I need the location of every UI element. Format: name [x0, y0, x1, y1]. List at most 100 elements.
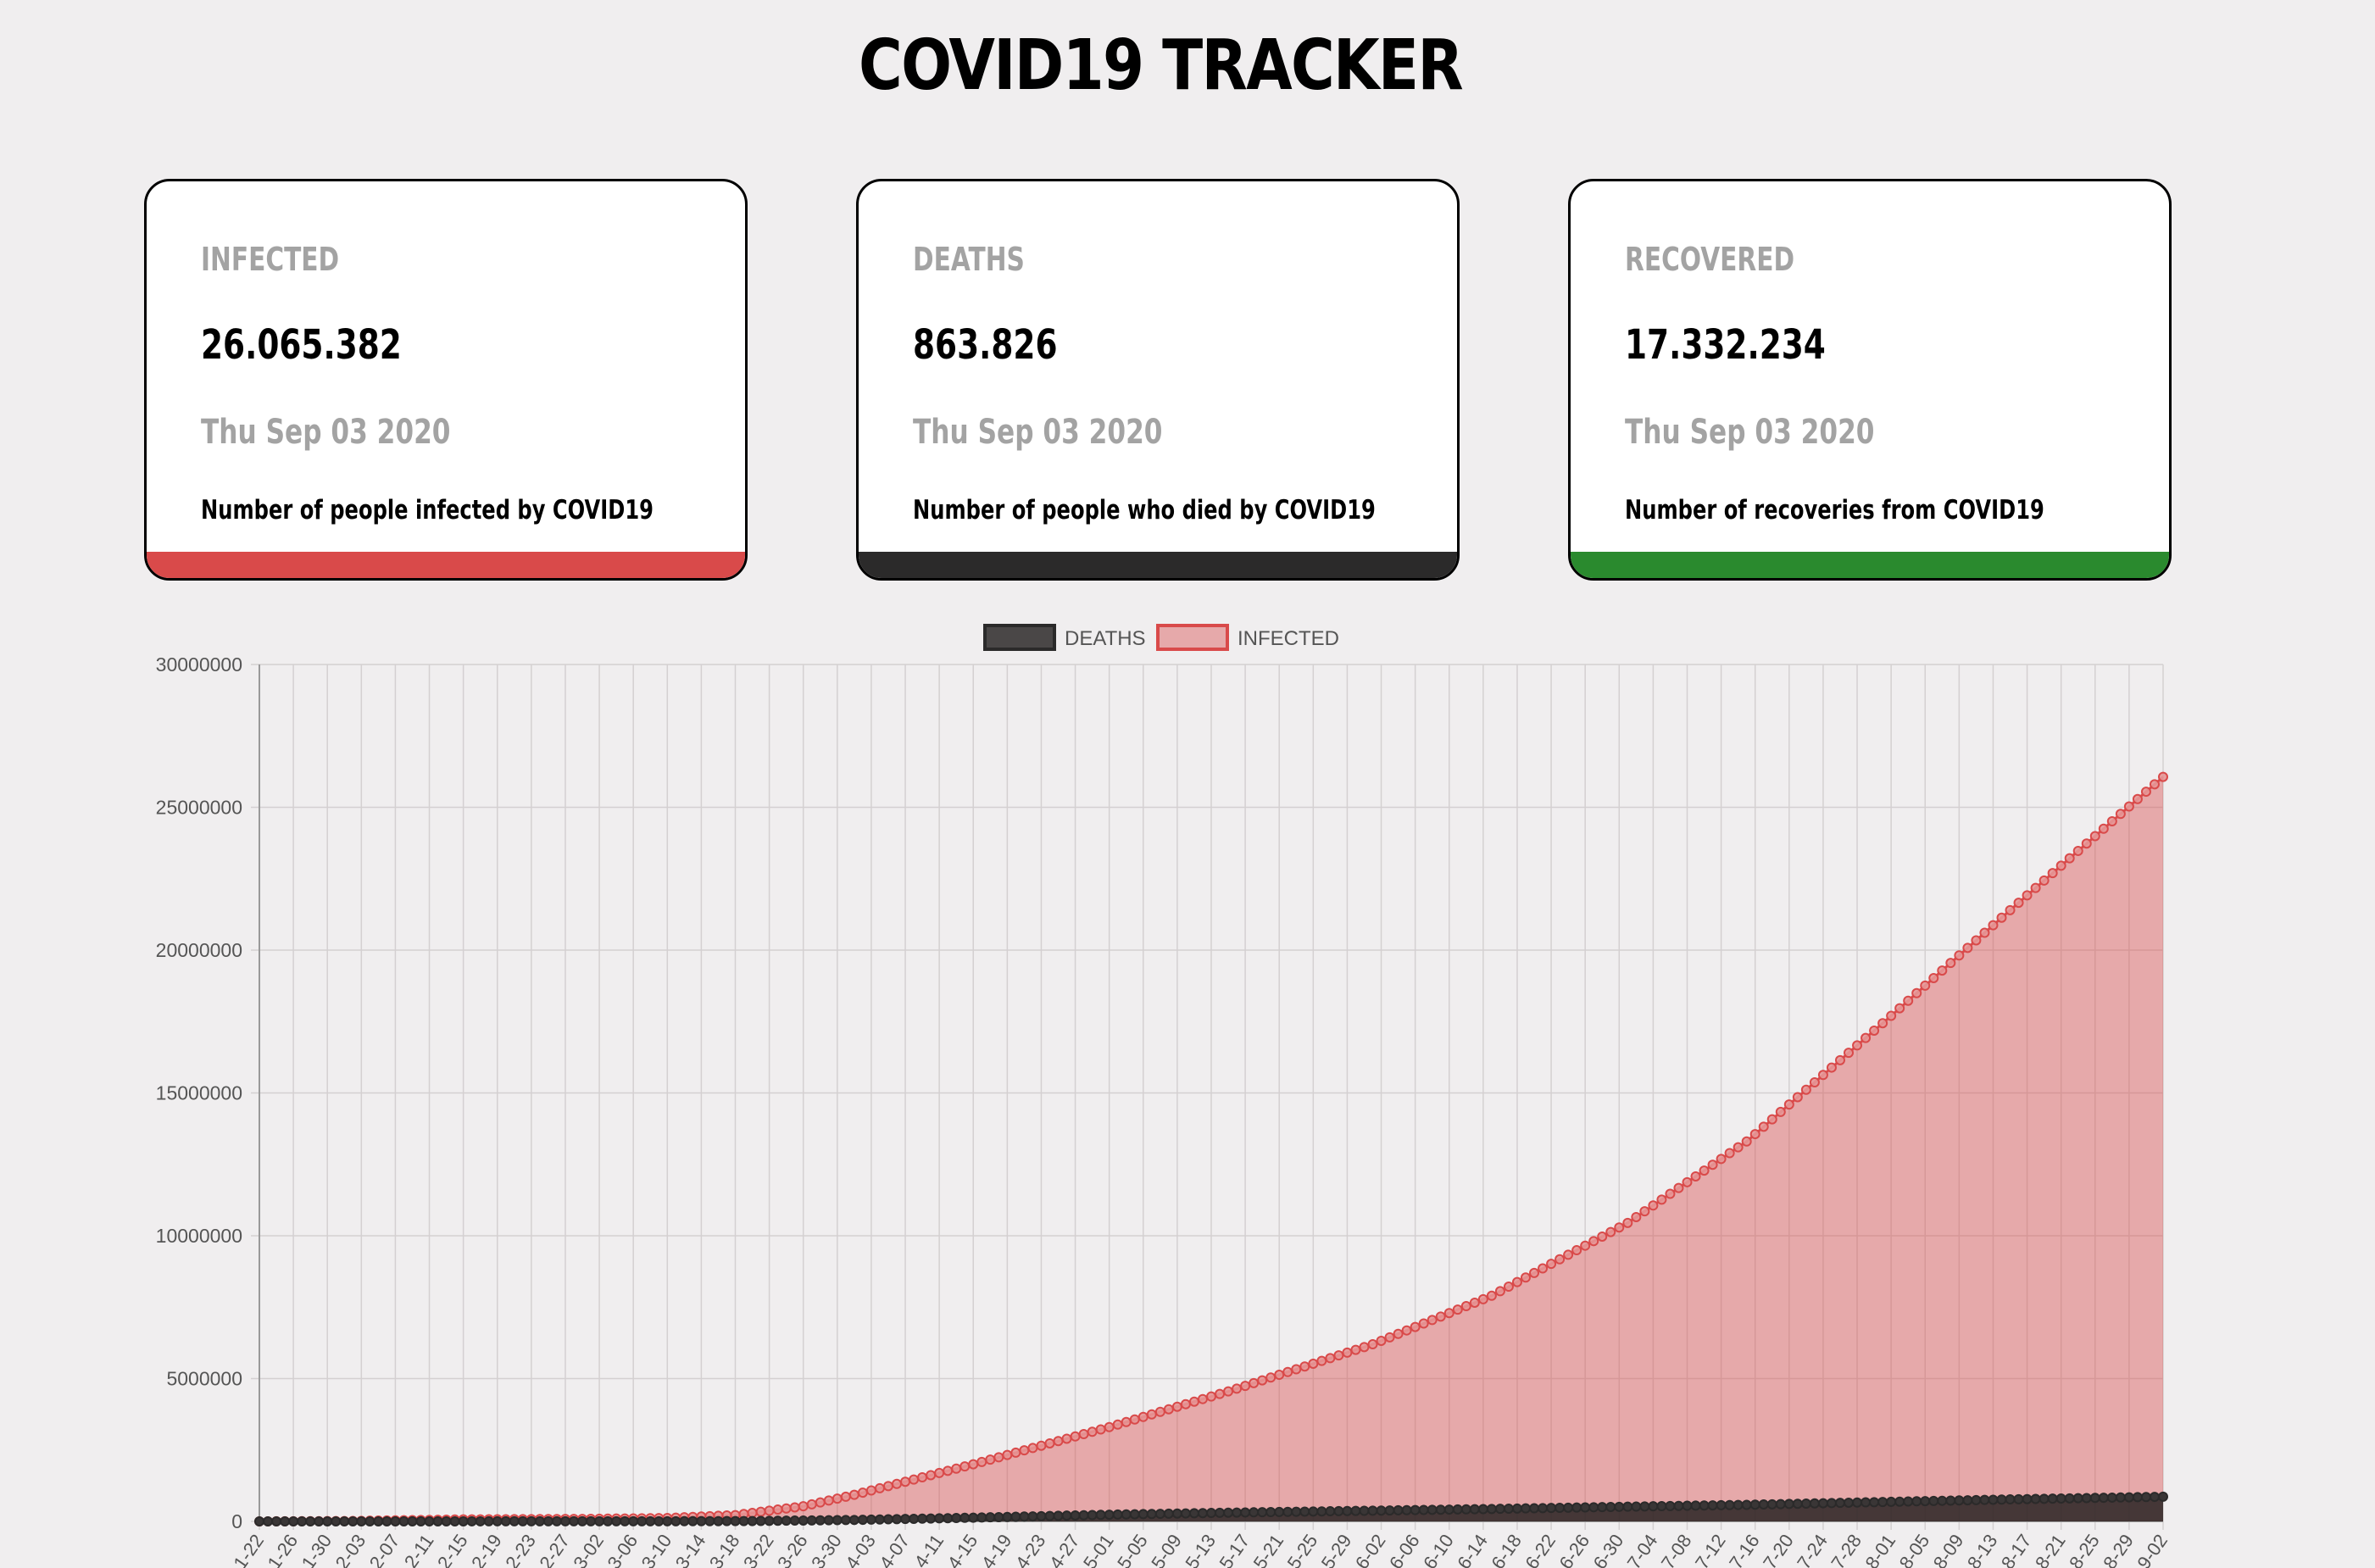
- deaths-point: [1580, 1502, 1591, 1513]
- infected-point: [1809, 1077, 1820, 1088]
- deaths-point: [2013, 1493, 2024, 1504]
- x-tick-label: 5-09: [1147, 1531, 1186, 1568]
- deaths-point: [1954, 1495, 1965, 1506]
- deaths-point: [1962, 1495, 1973, 1506]
- infected-legend-swatch: [1156, 624, 1229, 651]
- deaths-point: [1154, 1509, 1165, 1520]
- deaths-point: [1223, 1507, 1234, 1518]
- infected-point: [1308, 1358, 1319, 1369]
- deaths-point: [1588, 1502, 1599, 1513]
- deaths-point: [840, 1515, 851, 1526]
- deaths-point: [586, 1515, 597, 1526]
- y-tick-label: 10000000: [156, 1225, 242, 1247]
- infected-point: [959, 1461, 971, 1472]
- deaths-point: [1087, 1510, 1098, 1521]
- deaths-point: [1435, 1504, 1446, 1515]
- deaths-point: [1529, 1503, 1540, 1514]
- infected-point: [917, 1472, 928, 1483]
- deaths-point: [1631, 1501, 1642, 1512]
- x-tick-label: 5-17: [1215, 1531, 1254, 1568]
- deaths-point: [288, 1515, 299, 1526]
- deaths-point: [2140, 1492, 2151, 1503]
- infected-point: [1928, 972, 1939, 983]
- deaths-point: [1971, 1494, 1982, 1505]
- infected-point: [1410, 1321, 1421, 1332]
- deaths-point: [263, 1515, 274, 1526]
- deaths-point: [1036, 1510, 1047, 1521]
- deaths-point: [1342, 1505, 1353, 1516]
- deaths-point: [713, 1515, 724, 1526]
- infected-point: [1631, 1211, 1642, 1222]
- deaths-point: [1869, 1497, 1880, 1508]
- deaths-point: [1656, 1501, 1667, 1512]
- deaths-point: [1180, 1508, 1191, 1519]
- deaths-point: [1019, 1511, 1030, 1522]
- deaths-point: [466, 1515, 477, 1526]
- deaths-point: [1538, 1503, 1549, 1514]
- infected-point: [976, 1456, 987, 1467]
- infected-point: [1333, 1350, 1344, 1361]
- deaths-point: [679, 1515, 690, 1526]
- deaths-point: [1682, 1500, 1693, 1511]
- deaths-point: [832, 1515, 843, 1526]
- x-tick-label: 5-29: [1317, 1531, 1356, 1568]
- deaths-point: [1597, 1502, 1608, 1513]
- infected-point: [1129, 1414, 1140, 1425]
- deaths-point: [603, 1515, 614, 1526]
- infected-point: [1180, 1398, 1191, 1410]
- deaths-point: [1665, 1500, 1676, 1511]
- infected-point: [1614, 1222, 1625, 1233]
- deaths-point: [1716, 1499, 1727, 1510]
- deaths-point: [432, 1515, 443, 1526]
- deaths-point: [1010, 1511, 1021, 1522]
- x-tick-label: 8-13: [1963, 1531, 2002, 1568]
- infected-point: [1282, 1366, 1293, 1377]
- deaths-point: [1257, 1507, 1268, 1518]
- deaths-point: [620, 1515, 631, 1526]
- x-tick-label: 2-03: [331, 1531, 370, 1568]
- deaths-point: [2089, 1493, 2100, 1504]
- deaths-point: [331, 1515, 342, 1526]
- x-tick-label: 2-11: [400, 1531, 438, 1568]
- deaths-point: [1724, 1499, 1735, 1510]
- infected-point: [1197, 1393, 1208, 1404]
- deaths-point: [2055, 1493, 2066, 1504]
- deaths-point: [1188, 1508, 1199, 1519]
- infected-point: [993, 1452, 1004, 1463]
- infected-point: [1605, 1226, 1616, 1237]
- infected-point: [1146, 1409, 1157, 1420]
- infected-point: [1563, 1249, 1574, 1260]
- x-tick-label: 4-15: [943, 1531, 982, 1568]
- deaths-point: [645, 1515, 656, 1526]
- infected-point: [1588, 1236, 1599, 1247]
- infected-point: [1996, 912, 2007, 923]
- deaths-point: [517, 1515, 528, 1526]
- deaths-point: [882, 1514, 893, 1525]
- deaths-point: [2081, 1493, 2092, 1504]
- deaths-point: [2047, 1493, 2058, 1504]
- infected-point: [1903, 995, 1914, 1006]
- x-tick-label: 8-01: [1861, 1531, 1899, 1568]
- infected-point: [1452, 1304, 1463, 1315]
- infected-point: [840, 1491, 851, 1502]
- infected-point: [848, 1489, 859, 1500]
- infected-point: [1716, 1154, 1727, 1165]
- deaths-point: [1316, 1506, 1327, 1517]
- deaths-point: [559, 1515, 570, 1526]
- deaths-point: [526, 1515, 537, 1526]
- deaths-point: [314, 1515, 325, 1526]
- y-tick-label: 0: [231, 1510, 242, 1532]
- deaths-point: [959, 1512, 971, 1523]
- x-tick-label: 8-17: [1997, 1531, 2036, 1568]
- infected-point: [2106, 816, 2117, 827]
- infected-point: [1707, 1159, 1718, 1170]
- deaths-point: [381, 1515, 392, 1526]
- deaths-point: [1002, 1511, 1013, 1522]
- deaths-point: [475, 1515, 486, 1526]
- infected-point: [1393, 1328, 1404, 1339]
- infected-date: Thu Sep 03 2020: [201, 413, 451, 452]
- deaths-point: [1707, 1500, 1718, 1511]
- deaths-point: [1852, 1497, 1863, 1508]
- infected-point: [1817, 1070, 1828, 1081]
- deaths-point: [1418, 1504, 1429, 1515]
